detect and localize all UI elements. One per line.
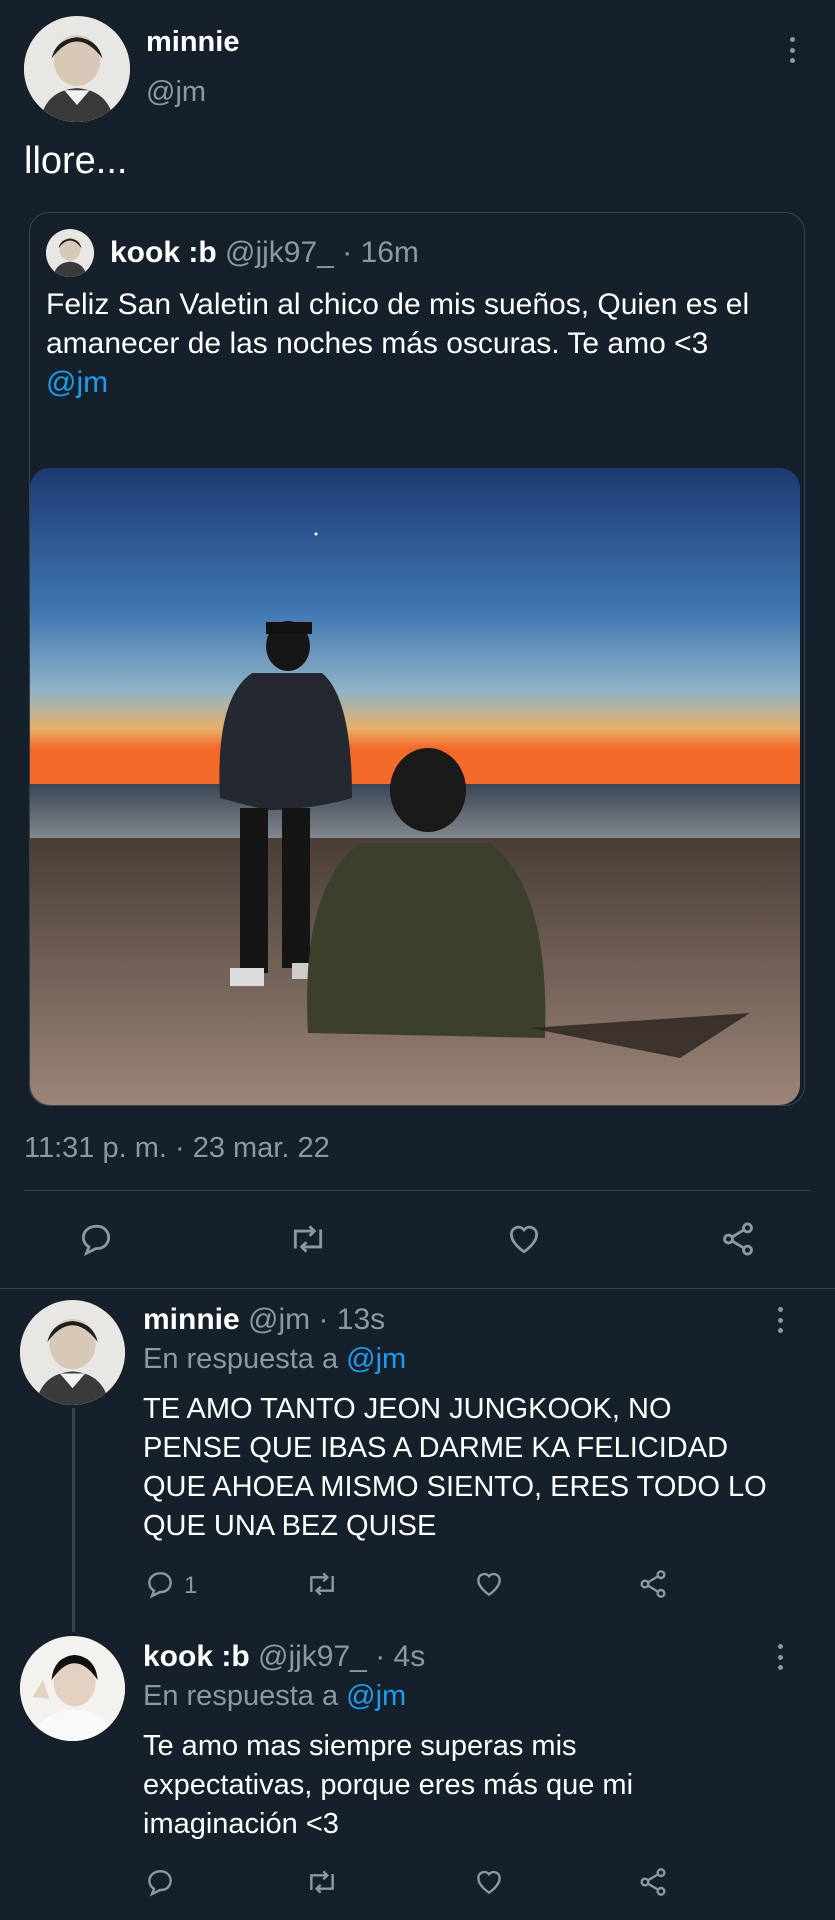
quoted-body: Feliz San Valetin al chico de mis sueños…	[46, 288, 750, 360]
quoted-text: Feliz San Valetin al chico de mis sueños…	[46, 285, 786, 402]
quoted-author-name: kook :b	[110, 236, 217, 269]
reply-text: TE AMO TANTO JEON JUNGKOOK, NO PENSE QUE…	[143, 1393, 767, 1542]
reply-author-handle[interactable]: @jjk97_ · 4s	[258, 1640, 425, 1673]
heart-icon[interactable]	[472, 1568, 506, 1600]
reply-avatar[interactable]	[20, 1636, 125, 1741]
reply-header: kook :b @jjk97_ · 4s	[143, 1640, 425, 1674]
reply-label: En respuesta a	[143, 1343, 339, 1375]
reply-text: Te amo mas siempre superas mis expectati…	[143, 1730, 634, 1840]
quoted-header: kook :b @jjk97_ · 16m	[110, 236, 419, 270]
reply-to-mention[interactable]: @jm	[346, 1680, 406, 1712]
heart-icon[interactable]	[472, 1866, 506, 1898]
divider-top	[24, 1190, 810, 1191]
retweet-icon[interactable]	[303, 1866, 341, 1898]
more-options-icon[interactable]	[777, 1644, 783, 1670]
more-options-icon[interactable]	[789, 37, 795, 63]
reply-count: 1	[184, 1572, 198, 1599]
author-handle[interactable]: @jm	[146, 76, 206, 109]
share-icon[interactable]	[636, 1866, 670, 1898]
retweet-icon[interactable]	[303, 1568, 341, 1600]
quoted-author-handle: @jjk97_	[225, 236, 334, 269]
reply-to-mention[interactable]: @jm	[346, 1343, 406, 1375]
reply-author-name[interactable]: minnie	[143, 1303, 240, 1336]
tweet-text: llore...	[24, 140, 128, 182]
reply-label: En respuesta a	[143, 1680, 339, 1712]
reply-author-name[interactable]: kook :b	[143, 1640, 250, 1673]
reply-context: En respuesta a @jm	[143, 1343, 406, 1376]
tweet-photo[interactable]	[30, 468, 800, 1105]
author-name[interactable]: minnie	[146, 26, 239, 59]
reply-header: minnie @jm · 13s	[143, 1303, 385, 1337]
quoted-author-avatar	[46, 229, 94, 277]
reply-icon[interactable]	[143, 1866, 177, 1898]
reply-author-handle[interactable]: @jm · 13s	[248, 1303, 385, 1336]
tweet-timestamp: 11:31 p. m. · 23 mar. 22	[24, 1132, 330, 1164]
divider-bottom	[0, 1288, 835, 1289]
quoted-mention[interactable]: @jm	[46, 366, 108, 399]
more-options-icon[interactable]	[777, 1307, 783, 1333]
share-icon[interactable]	[718, 1220, 758, 1258]
share-icon[interactable]	[636, 1568, 670, 1600]
reply-icon[interactable]	[143, 1568, 177, 1600]
reply-icon[interactable]	[76, 1220, 116, 1258]
author-avatar[interactable]	[24, 16, 130, 122]
reply-avatar[interactable]	[20, 1300, 125, 1405]
heart-icon[interactable]	[504, 1220, 544, 1258]
retweet-icon[interactable]	[286, 1220, 330, 1258]
thread-line	[72, 1408, 75, 1632]
reply-context: En respuesta a @jm	[143, 1680, 406, 1713]
quoted-time: · 16m	[342, 236, 419, 269]
